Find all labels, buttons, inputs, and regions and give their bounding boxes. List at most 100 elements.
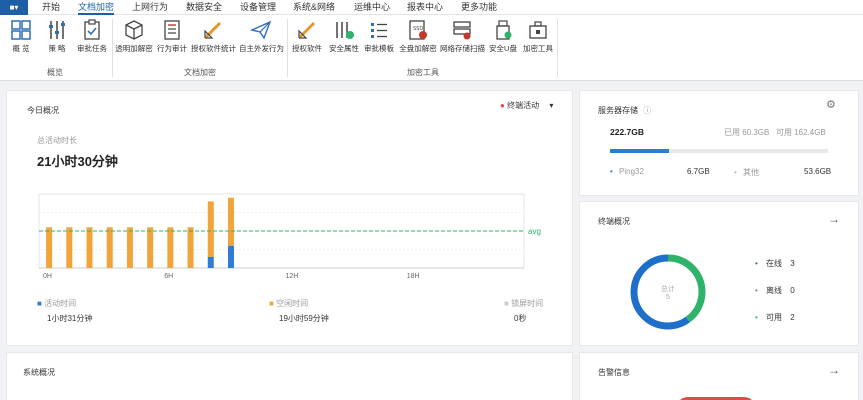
idle-bar (66, 227, 73, 268)
system-overview-title: 系统概况 (23, 368, 55, 377)
legend-square-icon: ■ (37, 299, 42, 308)
activity-bar-chart: avg 0H 6H 12H 18H (38, 193, 541, 280)
licensed-software-label: 授权软件 (292, 44, 322, 53)
terminal-overview-title: 终端概况 (598, 217, 630, 226)
idle-bar (147, 227, 154, 268)
checklist-icon (371, 23, 387, 38)
x-tick-label: 12H (286, 273, 299, 280)
idle-bar (126, 227, 133, 268)
legend-idle-value: 19小时59分钟 (279, 314, 329, 323)
legend-lock-value: 0秒 (514, 314, 527, 323)
idle-bar (167, 227, 174, 268)
x-tick-label: 18H (407, 273, 420, 280)
menu-doc-encryption[interactable]: 文档加密 (78, 0, 115, 15)
full-disk-encrypt-button[interactable]: SSD 全盘加解密 (398, 19, 438, 54)
storage-item-value: 6.7GB (687, 167, 710, 176)
menu-system-network[interactable]: 系统&网络 (293, 0, 335, 15)
group-divider (557, 19, 558, 77)
arrow-right-icon[interactable]: → (828, 363, 840, 377)
idle-bar (227, 197, 234, 246)
licensed-software-button[interactable]: 授权软件 (290, 19, 324, 54)
transparent-encrypt-label: 透明加解密 (115, 44, 153, 53)
arrow-right-icon[interactable]: → (828, 212, 840, 226)
menu-report-center[interactable]: 报表中心 (407, 0, 443, 15)
security-attribute-label: 安全属性 (329, 44, 359, 53)
svg-text:SSD: SSD (413, 26, 423, 32)
legend-idle-label: 空闲时间 (276, 299, 309, 308)
storage-item-name: 其他 (743, 168, 760, 177)
encryption-tool-label: 加密工具 (523, 44, 553, 53)
server-icon (453, 21, 471, 40)
licensed-software-stats-button[interactable]: 授权软件统计 (191, 19, 236, 54)
menu-bar: ■▾ 开始 文档加密 上网行为 数据安全 设备管理 系统&网络 运维中心 报表中… (0, 0, 863, 15)
menu-data-security[interactable]: 数据安全 (186, 0, 222, 15)
x-tick-label: 6H (164, 273, 173, 280)
policy-button[interactable]: 策 略 (44, 19, 70, 54)
idle-bar (46, 227, 53, 268)
approval-template-label: 审批模板 (364, 44, 394, 53)
terminal-legend-online: • 在线 3 (755, 258, 795, 269)
idle-bar (106, 227, 113, 268)
idle-bar (207, 201, 214, 257)
server-storage-title-text: 服务器存储 (598, 106, 638, 115)
bullet-dot-icon: • (755, 259, 758, 268)
legend-lock: ■ 锁屏时间 (504, 298, 543, 309)
encryption-tool-button[interactable]: 加密工具 (522, 19, 554, 54)
outbound-behavior-label: 自主外发行为 (239, 44, 284, 53)
storage-item-ping32: • Ping32 (610, 167, 644, 176)
approval-task-button[interactable]: 审批任务 (76, 19, 108, 54)
x-tick-label: 0H (43, 273, 52, 280)
system-overview-card: 系统概况 (6, 352, 573, 400)
legend-idle: ■ 空闲时间 (269, 298, 308, 309)
behavior-audit-button[interactable]: 行为审计 (156, 19, 188, 54)
terminal-legend-label: 离线 (766, 286, 783, 295)
network-storage-scan-button[interactable]: 网络存储扫描 (440, 19, 485, 54)
ribbon: 概 览 策 略 审批任务 概览 透明加解密 行为审计 授权软件统计 自主外发行为… (0, 15, 863, 81)
idle-bar (187, 227, 194, 268)
group-label-doc-encryption: 文档加密 (184, 68, 216, 77)
paper-plane-icon (250, 20, 272, 40)
menu-start[interactable]: 开始 (42, 0, 60, 15)
legend-activity-value: 1小时31分钟 (47, 314, 93, 323)
grid-icon (11, 20, 31, 40)
menu-more[interactable]: 更多功能 (461, 0, 497, 15)
menu-device-management[interactable]: 设备管理 (240, 0, 276, 15)
group-divider (112, 19, 113, 77)
outbound-behavior-button[interactable]: 自主外发行为 (239, 19, 284, 54)
info-icon[interactable]: ⓘ (643, 106, 651, 115)
donut-center-value: 5 (666, 294, 670, 301)
transparent-encrypt-button[interactable]: 透明加解密 (114, 19, 154, 54)
terminal-legend-label: 在线 (766, 259, 783, 268)
overview-label: 概 览 (12, 44, 30, 53)
security-attribute-button[interactable]: 安全属性 (328, 19, 360, 54)
legend-square-icon: ■ (504, 299, 509, 308)
behavior-audit-label: 行为审计 (157, 44, 187, 53)
overview-button[interactable]: 概 览 (8, 19, 34, 54)
legend-activity: ■ 活动时间 (37, 298, 76, 309)
terminal-overview-card: 终端概况 → 总计 5 • 在线 3 • 离线 0 • 可用 2 (579, 201, 859, 346)
server-storage-card: 服务器存储 ⓘ ⚙ 222.7GB 已用 60.3GB 可用 162.4GB •… (579, 90, 859, 196)
terminal-legend-offline: • 离线 0 (755, 285, 795, 296)
bullet-dot-icon: • (755, 313, 758, 322)
idle-bar (86, 227, 93, 268)
sliders-icon (49, 21, 65, 39)
storage-item-value: 53.6GB (804, 167, 832, 176)
pencil-ruler-icon (298, 21, 316, 39)
gear-icon[interactable]: ⚙ (826, 98, 836, 111)
terminal-legend-value: 3 (790, 259, 795, 268)
licensed-software-stats-label: 授权软件统计 (191, 44, 236, 53)
secure-usb-button[interactable]: 安全U盘 (488, 19, 518, 54)
menu-web-behavior[interactable]: 上网行为 (132, 0, 168, 15)
storage-free: 可用 162.4GB (776, 128, 826, 137)
pencil-ruler-icon (204, 21, 222, 39)
app-menu-button[interactable]: ■▾ (0, 0, 28, 15)
activity-bar (207, 256, 214, 268)
document-list-icon (164, 20, 180, 40)
storage-item-name: Ping32 (619, 167, 644, 176)
cube-icon (125, 20, 143, 40)
disk-lock-icon: SSD (409, 20, 427, 40)
storage-progress-track (610, 149, 828, 153)
approval-template-button[interactable]: 审批模板 (363, 19, 395, 54)
secure-usb-label: 安全U盘 (489, 44, 517, 53)
menu-ops-center[interactable]: 运维中心 (354, 0, 390, 15)
